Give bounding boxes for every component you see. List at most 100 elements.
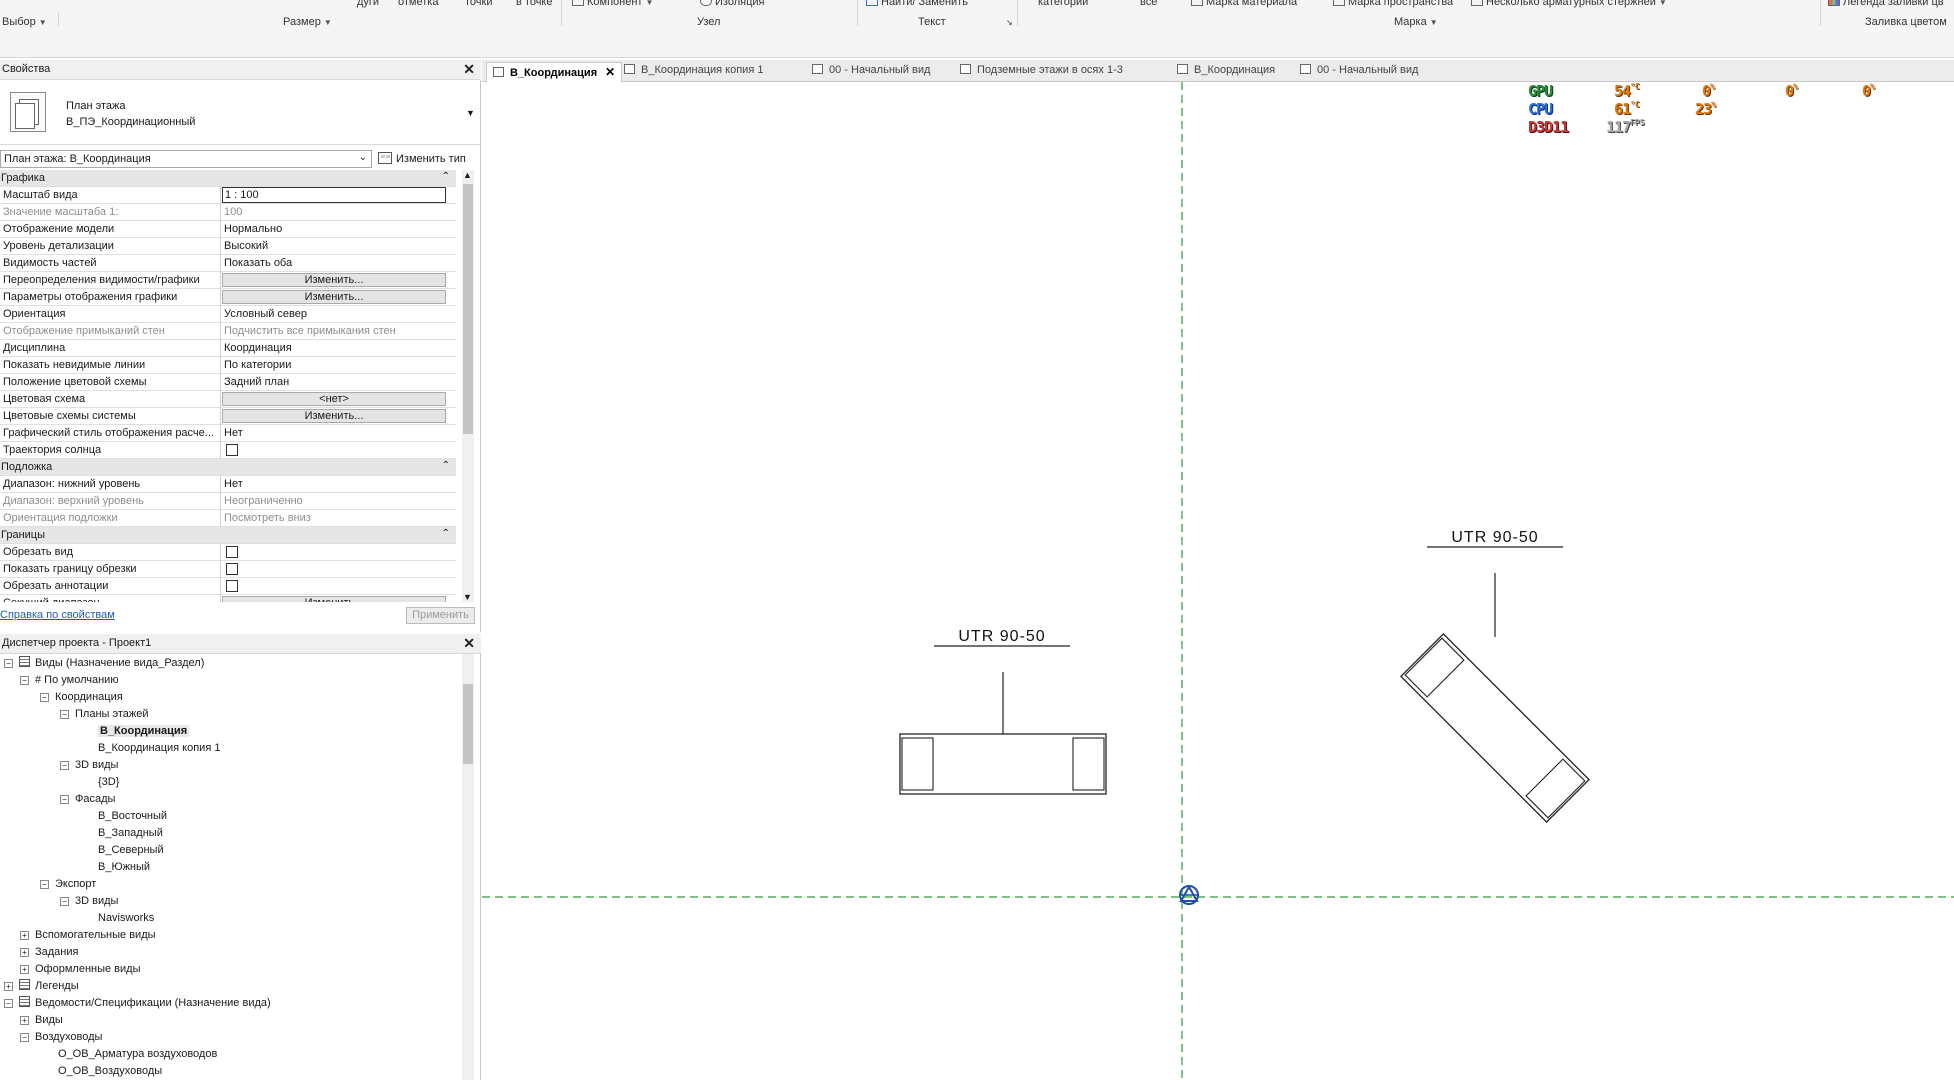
collapse-icon[interactable]: ⌃ — [442, 528, 450, 539]
scrollbar-thumb[interactable] — [463, 184, 473, 434]
scroll-up-icon[interactable]: ▲ — [463, 170, 472, 180]
property-edit-button[interactable]: Изменить... — [222, 290, 446, 304]
collapse-icon[interactable]: − — [40, 693, 49, 702]
property-section[interactable]: Подложка ⌃ — [0, 459, 456, 476]
close-icon[interactable]: ✕ — [463, 61, 475, 78]
apply-button[interactable]: Применить — [406, 607, 475, 624]
expand-icon[interactable]: + — [20, 931, 29, 940]
air-terminal-1[interactable] — [899, 645, 1107, 795]
spot-elevation-button[interactable]: отметка — [398, 0, 438, 8]
multi-rebar-tag-button[interactable]: Несколько арматурных стержней ▼ — [1471, 0, 1667, 8]
tree-node[interactable]: − Координация — [40, 689, 123, 706]
tree-node[interactable]: − Экспорт — [40, 876, 96, 893]
property-edit-button[interactable]: Изменить... — [222, 273, 446, 287]
property-edit-button[interactable]: Изменить... — [222, 596, 446, 602]
tag-all-button[interactable]: все — [1140, 0, 1157, 8]
tree-node[interactable]: − # По умолчанию — [20, 672, 119, 689]
collapse-icon[interactable]: − — [40, 880, 49, 889]
collapse-icon[interactable]: ⌃ — [442, 460, 450, 471]
tree-node[interactable]: В_Западный — [98, 825, 163, 842]
tree-node[interactable]: + Легенды — [4, 978, 79, 995]
view-tab[interactable]: В_Координация ✕ — [486, 62, 623, 82]
tree-node[interactable]: В_Координация — [98, 723, 190, 740]
collapse-icon[interactable]: − — [60, 897, 69, 906]
properties-scrollbar[interactable]: ▲ ▼ — [462, 170, 474, 602]
collapse-icon[interactable]: − — [20, 676, 29, 685]
property-value[interactable]: Задний план — [224, 376, 448, 388]
tree-node[interactable]: + Задания — [20, 944, 78, 961]
collapse-icon[interactable]: ⌃ — [442, 171, 450, 182]
dimension-panel-button[interactable]: Размер ▼ — [283, 16, 332, 28]
expand-icon[interactable]: + — [20, 948, 29, 957]
tree-node[interactable]: Navisworks — [98, 910, 154, 927]
collapse-icon[interactable]: − — [4, 659, 13, 668]
at-point-button[interactable]: в точке — [516, 0, 552, 8]
tree-node[interactable]: − Воздуховоды — [20, 1029, 102, 1046]
property-edit-button[interactable]: Изменить... — [222, 409, 446, 423]
arcs-button[interactable]: дуги — [357, 0, 379, 8]
property-checkbox[interactable] — [226, 563, 238, 575]
space-tag-button[interactable]: Марка пространства — [1333, 0, 1453, 8]
view-tab[interactable]: 00 - Начальный вид — [812, 62, 930, 82]
project-base-point-icon[interactable] — [1179, 884, 1199, 905]
expand-icon[interactable]: + — [20, 1016, 29, 1025]
close-icon[interactable]: ✕ — [463, 635, 475, 652]
collapse-icon[interactable]: − — [20, 1033, 29, 1042]
tree-node[interactable]: + Виды — [20, 1012, 63, 1029]
properties-help-link[interactable]: Справка по свойствам — [0, 609, 115, 621]
tree-node[interactable]: + Вспомогательные виды — [20, 927, 156, 944]
property-value[interactable]: По категории — [224, 359, 448, 371]
collapse-icon[interactable]: − — [60, 761, 69, 770]
instance-selector[interactable]: План этажа: В_Координация ⌄ — [0, 150, 372, 168]
tree-node[interactable]: − Планы этажей — [60, 706, 149, 723]
tree-node[interactable]: + Оформленные виды — [20, 961, 140, 978]
tree-node[interactable]: {3D} — [98, 774, 119, 791]
property-value[interactable]: Высокий — [224, 240, 448, 252]
property-value[interactable]: Координация — [224, 342, 448, 354]
edit-type-button[interactable]: Изменить тип — [378, 152, 466, 165]
property-value[interactable]: Нет — [224, 478, 448, 490]
close-tab-icon[interactable]: ✕ — [605, 65, 615, 79]
property-input[interactable]: 1 : 100 — [222, 187, 446, 203]
property-section[interactable]: Границы ⌃ — [0, 527, 456, 544]
tree-node[interactable]: О_ОВ_Арматура воздуховодов — [58, 1046, 217, 1063]
points-button[interactable]: точки — [465, 0, 492, 8]
tree-node[interactable]: −3D виды — [60, 893, 118, 910]
scrollbar-thumb[interactable] — [463, 684, 473, 764]
color-fill-legend-button[interactable]: Легенда заливки цв — [1828, 0, 1944, 8]
dialog-launcher-icon[interactable]: ↘ — [1006, 18, 1013, 27]
view-tab[interactable]: Подземные этажи в осях 1-3 — [960, 62, 1123, 82]
view-tab[interactable]: В_Координация копия 1 — [624, 62, 763, 82]
property-value[interactable]: Нет — [224, 427, 448, 439]
tree-node[interactable]: −3D виды — [60, 757, 118, 774]
expand-icon[interactable]: + — [20, 965, 29, 974]
air-terminal-tag-1[interactable]: UTR 90-50 — [958, 628, 1045, 645]
property-section[interactable]: Графика ⌃ — [0, 170, 456, 187]
tree-node[interactable]: В_Южный — [98, 859, 150, 876]
air-terminal-tag-2[interactable]: UTR 90-50 — [1451, 529, 1538, 546]
isolation-button[interactable]: Изоляция — [700, 0, 764, 8]
chevron-down-icon[interactable]: ▼ — [466, 108, 475, 118]
property-edit-button[interactable]: <нет> — [222, 392, 446, 406]
tree-node[interactable]: В_Координация копия 1 — [98, 740, 220, 757]
tag-panel-button[interactable]: Марка ▼ — [1394, 16, 1438, 28]
collapse-icon[interactable]: − — [60, 795, 69, 804]
tree-node[interactable]: − Фасады — [60, 791, 115, 808]
scroll-down-icon[interactable]: ▼ — [463, 592, 472, 602]
component-button[interactable]: Компонент ▼ — [572, 0, 653, 8]
property-value[interactable]: Нормально — [224, 223, 448, 235]
collapse-icon[interactable]: − — [4, 999, 13, 1008]
expand-icon[interactable]: + — [4, 982, 13, 991]
property-checkbox[interactable] — [226, 580, 238, 592]
tree-node[interactable]: − Виды (Назначение вида_Раздел) — [4, 655, 204, 672]
air-terminal-2[interactable] — [1400, 546, 1590, 823]
tree-node[interactable]: О_ОВ_Воздуховоды — [58, 1063, 162, 1080]
property-value[interactable]: Показать оба — [224, 257, 448, 269]
drawing-area[interactable]: UTR 90-50 UTR 90-50 GPU 54°C 0% 0% 0% CP… — [482, 82, 1954, 1080]
tree-node[interactable]: В_Северный — [98, 842, 164, 859]
property-checkbox[interactable] — [226, 444, 238, 456]
tree-node[interactable]: В_Восточный — [98, 808, 167, 825]
collapse-icon[interactable]: − — [60, 710, 69, 719]
property-checkbox[interactable] — [226, 546, 238, 558]
type-selector[interactable]: План этажа В_ПЭ_Координационный ▼ — [0, 80, 481, 145]
